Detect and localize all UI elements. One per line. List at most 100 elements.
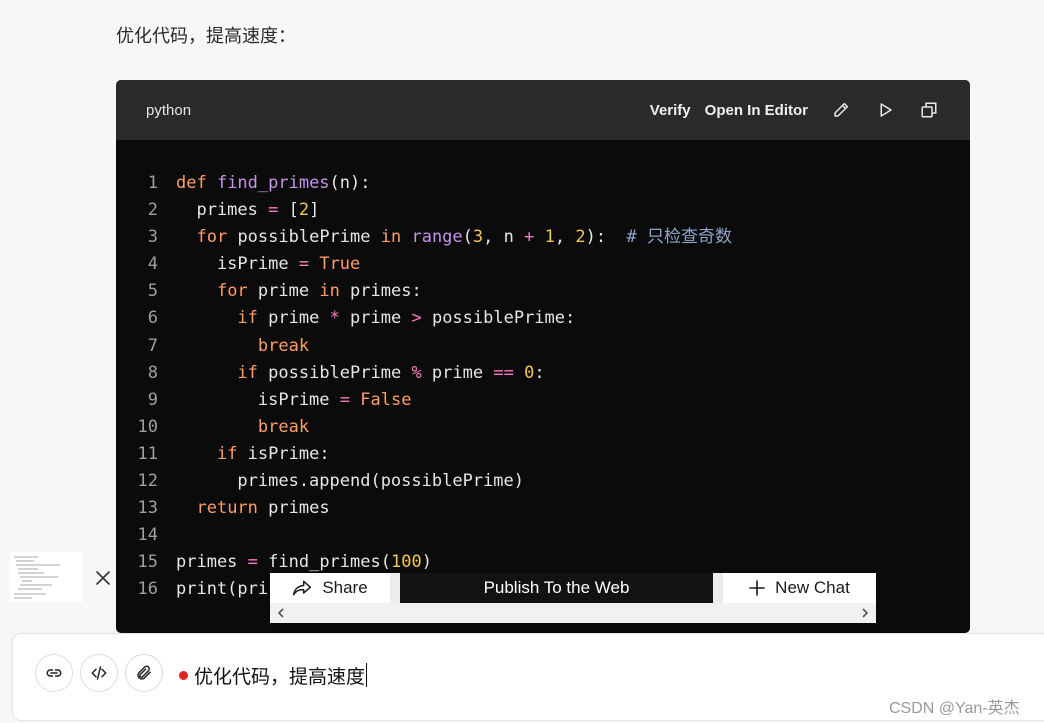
code-token: prime (421, 362, 494, 383)
code-token: isPrime (176, 389, 340, 410)
code-token: for (216, 281, 248, 302)
copy-icon[interactable] (918, 99, 940, 121)
code-token: , (554, 227, 576, 248)
code-line: 14 (116, 522, 970, 549)
code-line: 2 primes = [2] (116, 197, 970, 224)
attach-button[interactable] (125, 654, 163, 692)
share-label: Share (322, 578, 368, 597)
scroll-left-icon[interactable] (274, 605, 288, 621)
code-token: isPrime (176, 254, 299, 275)
code-token: = (298, 254, 310, 275)
code-text: if possiblePrime % prime == 0: (176, 360, 545, 387)
code-token: primes (176, 200, 269, 221)
code-token: possiblePrime (227, 227, 381, 248)
code-token: True (319, 254, 361, 275)
code-line: 6 if prime * prime > possiblePrime: (116, 305, 970, 332)
code-line: 5 for prime in primes: (116, 278, 970, 305)
link-button[interactable] (35, 654, 73, 692)
code-token: possiblePrime (257, 362, 412, 383)
code-button[interactable] (80, 654, 118, 692)
line-number: 10 (137, 416, 158, 437)
code-token: * (329, 308, 340, 329)
line-number: 15 (137, 552, 158, 573)
line-number: 6 (147, 308, 158, 329)
publish-to-web-button[interactable]: Publish To the Web (400, 573, 713, 603)
code-text: primes = [2] (176, 197, 319, 224)
code-token: def (176, 173, 217, 193)
code-token: 2 (575, 227, 586, 248)
new-chat-label: New Chat (775, 578, 850, 597)
code-token: 0 (524, 362, 535, 383)
code-line: 8 if possiblePrime % prime == 0: (116, 360, 970, 387)
watermark: CSDN @Yan-英杰 (889, 700, 1020, 717)
share-icon (292, 579, 312, 597)
code-token: 1 (544, 227, 555, 248)
code-token: : (534, 362, 545, 383)
code-text: if prime * prime > possiblePrime: (176, 305, 575, 332)
code-token: find_primes (216, 173, 330, 193)
code-token: = (339, 389, 351, 410)
code-language-label: python (146, 101, 192, 119)
code-token: primes (176, 552, 248, 573)
line-number: 4 (147, 254, 158, 275)
code-token: prime (339, 308, 412, 329)
code-token: if (237, 362, 258, 383)
recording-dot-icon (179, 670, 188, 680)
code-text: isPrime = False (176, 387, 412, 414)
code-text: if isPrime: (176, 441, 330, 468)
scroll-right-icon[interactable] (858, 605, 872, 621)
code-token: in (380, 227, 402, 248)
code-text: return primes (176, 495, 329, 522)
code-text: for prime in primes: (176, 278, 422, 305)
screenshot-thumbnail[interactable] (10, 552, 83, 602)
code-block: python Verify Open In Editor 1 def find_p… (116, 80, 970, 633)
chat-message-input[interactable]: 优化代码，提高速度 (179, 662, 368, 688)
code-header: python Verify Open In Editor (116, 80, 970, 140)
code-token: 100 (390, 552, 422, 573)
edit-pencil-icon[interactable] (830, 99, 852, 121)
code-token: # 只检查奇数 (626, 227, 733, 248)
line-number: 7 (147, 335, 158, 356)
horizontal-scrollbar[interactable] (270, 603, 876, 623)
code-token: = (247, 552, 258, 573)
code-token: break (257, 416, 310, 437)
code-line: 12 primes.append(possiblePrime) (116, 468, 970, 495)
close-icon[interactable] (94, 569, 112, 587)
code-token: print(pri (176, 579, 269, 600)
code-token: False (360, 389, 412, 410)
code-token: return (196, 498, 258, 519)
new-chat-button[interactable]: New Chat (723, 573, 876, 603)
code-token: possiblePrime: (421, 308, 576, 329)
line-number: 14 (137, 525, 158, 546)
code-text: def find_primes(n): (176, 170, 371, 197)
open-in-editor-button[interactable]: Open In Editor (705, 102, 808, 119)
line-number: 2 (147, 200, 158, 221)
code-line: 7 break (116, 333, 970, 360)
share-button[interactable]: Share (270, 573, 390, 603)
share-toolbar: Share Publish To the Web New Chat (270, 573, 876, 623)
code-token: == (493, 362, 514, 383)
line-number: 13 (137, 498, 158, 519)
line-number: 16 (137, 579, 158, 600)
code-token: break (257, 335, 310, 356)
verify-button[interactable]: Verify (650, 102, 691, 119)
code-token: , n (483, 227, 525, 248)
text-caret (366, 663, 368, 687)
code-line: 13 return primes (116, 495, 970, 522)
code-token: ( (462, 227, 473, 248)
run-play-icon[interactable] (874, 99, 896, 121)
code-token: if (216, 443, 238, 464)
code-token: = (268, 200, 279, 221)
code-content: 1 def find_primes(n): 2 primes = [2] 3 for … (116, 170, 970, 604)
